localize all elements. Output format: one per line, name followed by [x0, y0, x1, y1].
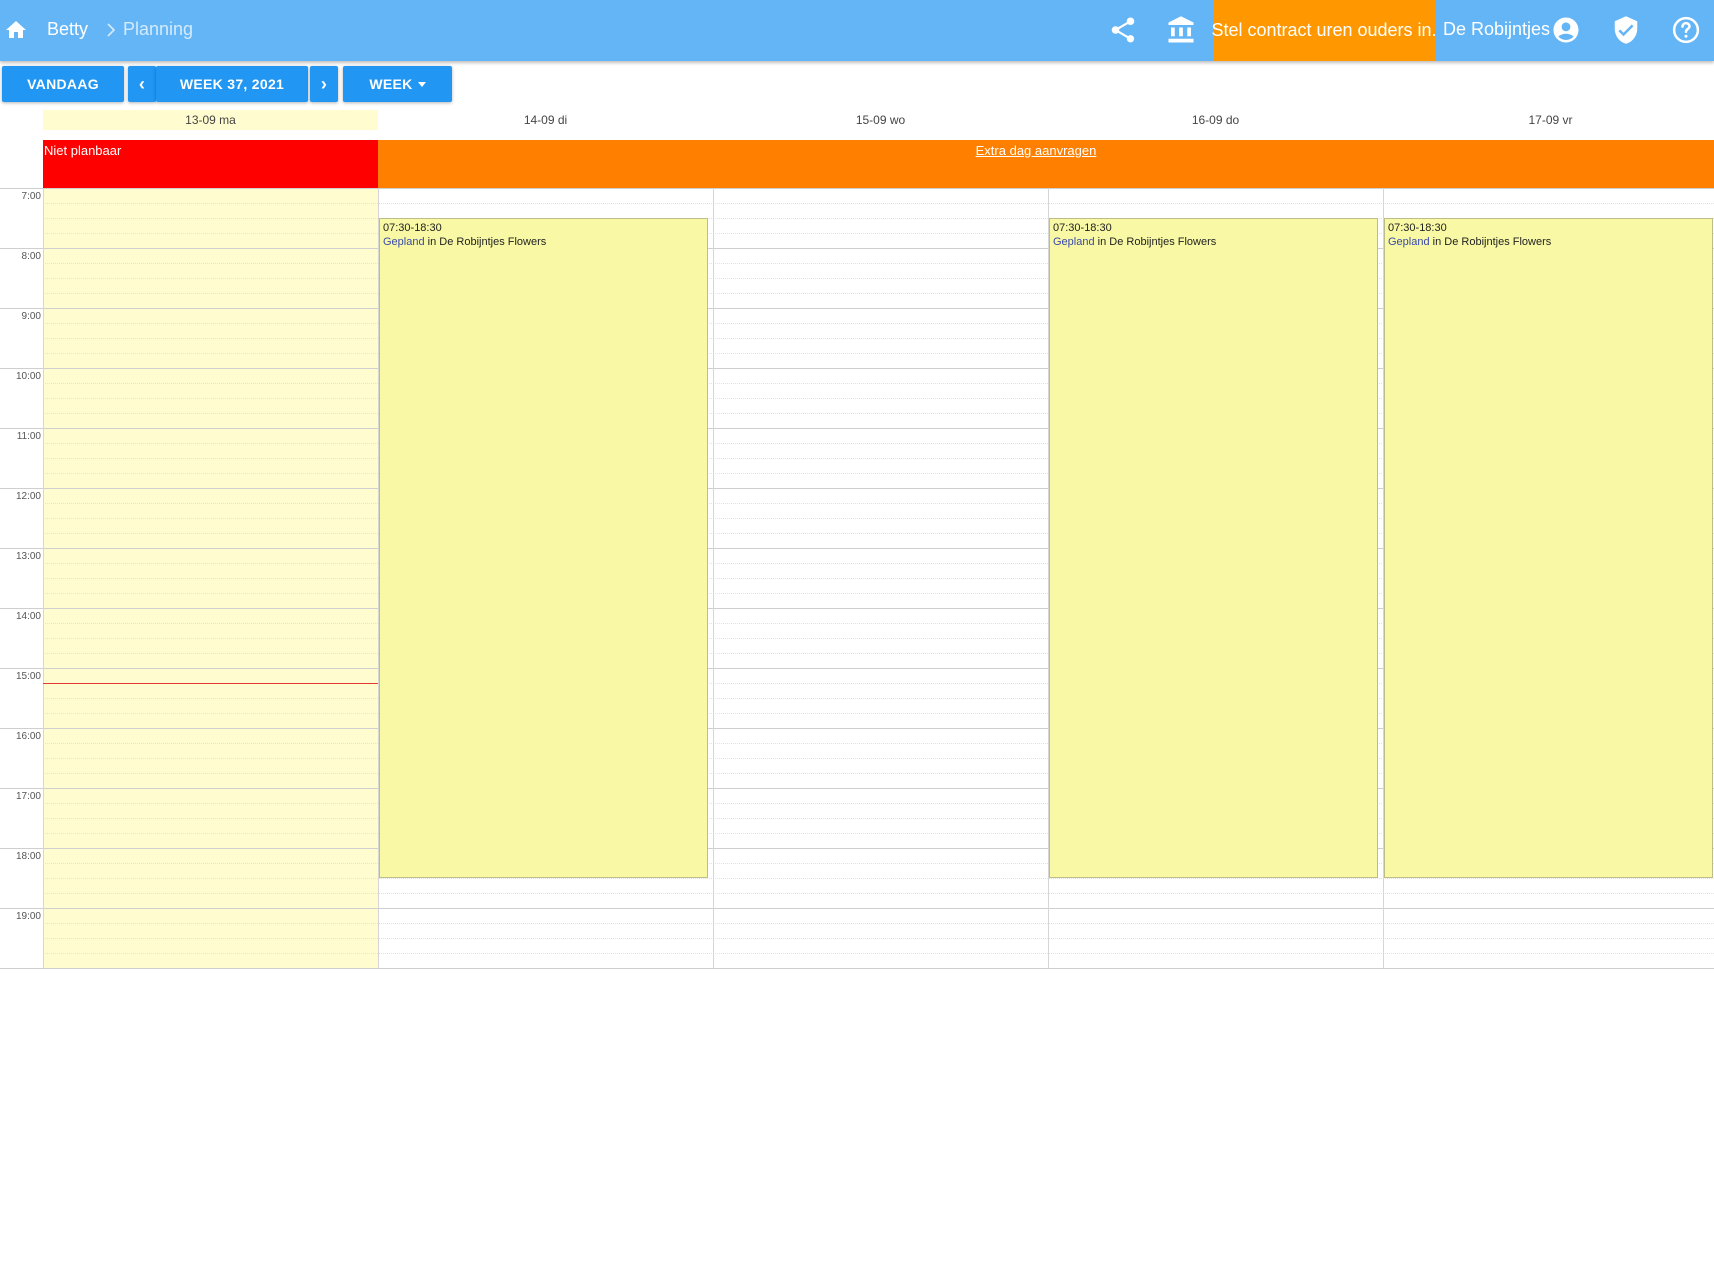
time-label: 7:00	[21, 191, 41, 202]
not-plannable-label: Niet planbaar	[44, 143, 122, 158]
account-circle-icon[interactable]	[1551, 15, 1581, 45]
organization-name[interactable]: De Robijntjes	[1443, 19, 1550, 40]
event-location: in De Robijntjes Flowers	[1429, 236, 1552, 248]
time-label: 13:00	[15, 551, 41, 562]
current-time-indicator	[43, 683, 378, 684]
time-label: 10:00	[15, 371, 41, 382]
today-button[interactable]: VANDAAG	[2, 66, 124, 102]
time-label: 14:00	[15, 611, 41, 622]
shield-check-icon[interactable]	[1611, 15, 1641, 45]
day-header[interactable]: 13-09 ma	[43, 110, 378, 130]
time-label: 15:00	[15, 671, 41, 682]
time-label: 12:00	[15, 491, 41, 502]
hour-line	[0, 188, 1714, 189]
time-label: 8:00	[21, 251, 41, 262]
view-selector-label: WEEK	[369, 76, 413, 92]
breadcrumb-root[interactable]: Betty	[47, 19, 88, 40]
event-time: 07:30-18:30	[1388, 222, 1447, 234]
time-label: 19:00	[15, 911, 41, 922]
time-label: 18:00	[15, 851, 41, 862]
hour-line	[0, 908, 1714, 909]
planned-event[interactable]: 07:30-18:30 Gepland in De Robijntjes Flow…	[379, 218, 708, 878]
slot-line	[43, 938, 1714, 939]
top-app-bar: Betty Planning Stel contract uren ouders…	[0, 0, 1714, 61]
not-plannable-block: Niet planbaar	[43, 140, 378, 188]
time-label: 17:00	[15, 791, 41, 802]
day-divider	[713, 188, 714, 968]
time-label: 11:00	[16, 431, 41, 442]
week-picker-button[interactable]: WEEK 37, 2021	[156, 66, 308, 102]
chevron-right-icon	[107, 23, 116, 37]
hour-line	[0, 968, 1714, 969]
event-details: Gepland in De Robijntjes Flowers	[1053, 235, 1374, 249]
breadcrumb-current: Planning	[123, 19, 194, 39]
extra-day-block: Extra dag aanvragen	[378, 140, 1714, 188]
help-circle-icon[interactable]	[1671, 15, 1701, 45]
day-header[interactable]: 15-09 wo	[713, 110, 1048, 130]
event-status: Gepland	[1053, 236, 1095, 248]
time-label: 9:00	[21, 311, 41, 322]
bank-icon[interactable]	[1166, 15, 1196, 45]
event-details: Gepland in De Robijntjes Flowers	[383, 235, 704, 249]
slot-line	[43, 878, 1714, 879]
event-status: Gepland	[383, 236, 425, 248]
home-icon[interactable]	[4, 18, 28, 42]
slot-line	[43, 893, 1714, 894]
event-location: in De Robijntjes Flowers	[1094, 236, 1217, 248]
slot-line	[43, 203, 1714, 204]
day-header[interactable]: 14-09 di	[378, 110, 713, 130]
request-extra-day-link[interactable]: Extra dag aanvragen	[975, 140, 1098, 161]
share-icon[interactable]	[1108, 15, 1138, 45]
day-header[interactable]: 17-09 vr	[1383, 110, 1714, 130]
slot-line	[43, 923, 1714, 924]
event-time: 07:30-18:30	[383, 222, 442, 234]
view-selector-button[interactable]: WEEK	[343, 66, 452, 102]
next-week-button[interactable]: ›	[310, 66, 338, 102]
time-label: 16:00	[15, 731, 41, 742]
event-details: Gepland in De Robijntjes Flowers	[1388, 235, 1709, 249]
event-time: 07:30-18:30	[1053, 222, 1112, 234]
set-contract-hours-button[interactable]: Stel contract uren ouders in.	[1211, 0, 1437, 61]
planned-event[interactable]: 07:30-18:30 Gepland in De Robijntjes Flow…	[1049, 218, 1378, 878]
day-header[interactable]: 16-09 do	[1048, 110, 1383, 130]
time-grid[interactable]: 7:00 8:00 9:00 10:00 11:00 12:00 13:00 14:00 15:…	[0, 188, 1714, 969]
planned-event[interactable]: 07:30-18:30 Gepland in De Robijntjes Flow…	[1384, 218, 1713, 878]
day-divider	[43, 188, 44, 968]
slot-line	[43, 953, 1714, 954]
caret-down-icon	[417, 81, 426, 87]
previous-week-button[interactable]: ‹	[128, 66, 156, 102]
event-location: in De Robijntjes Flowers	[424, 236, 547, 248]
event-status: Gepland	[1388, 236, 1430, 248]
